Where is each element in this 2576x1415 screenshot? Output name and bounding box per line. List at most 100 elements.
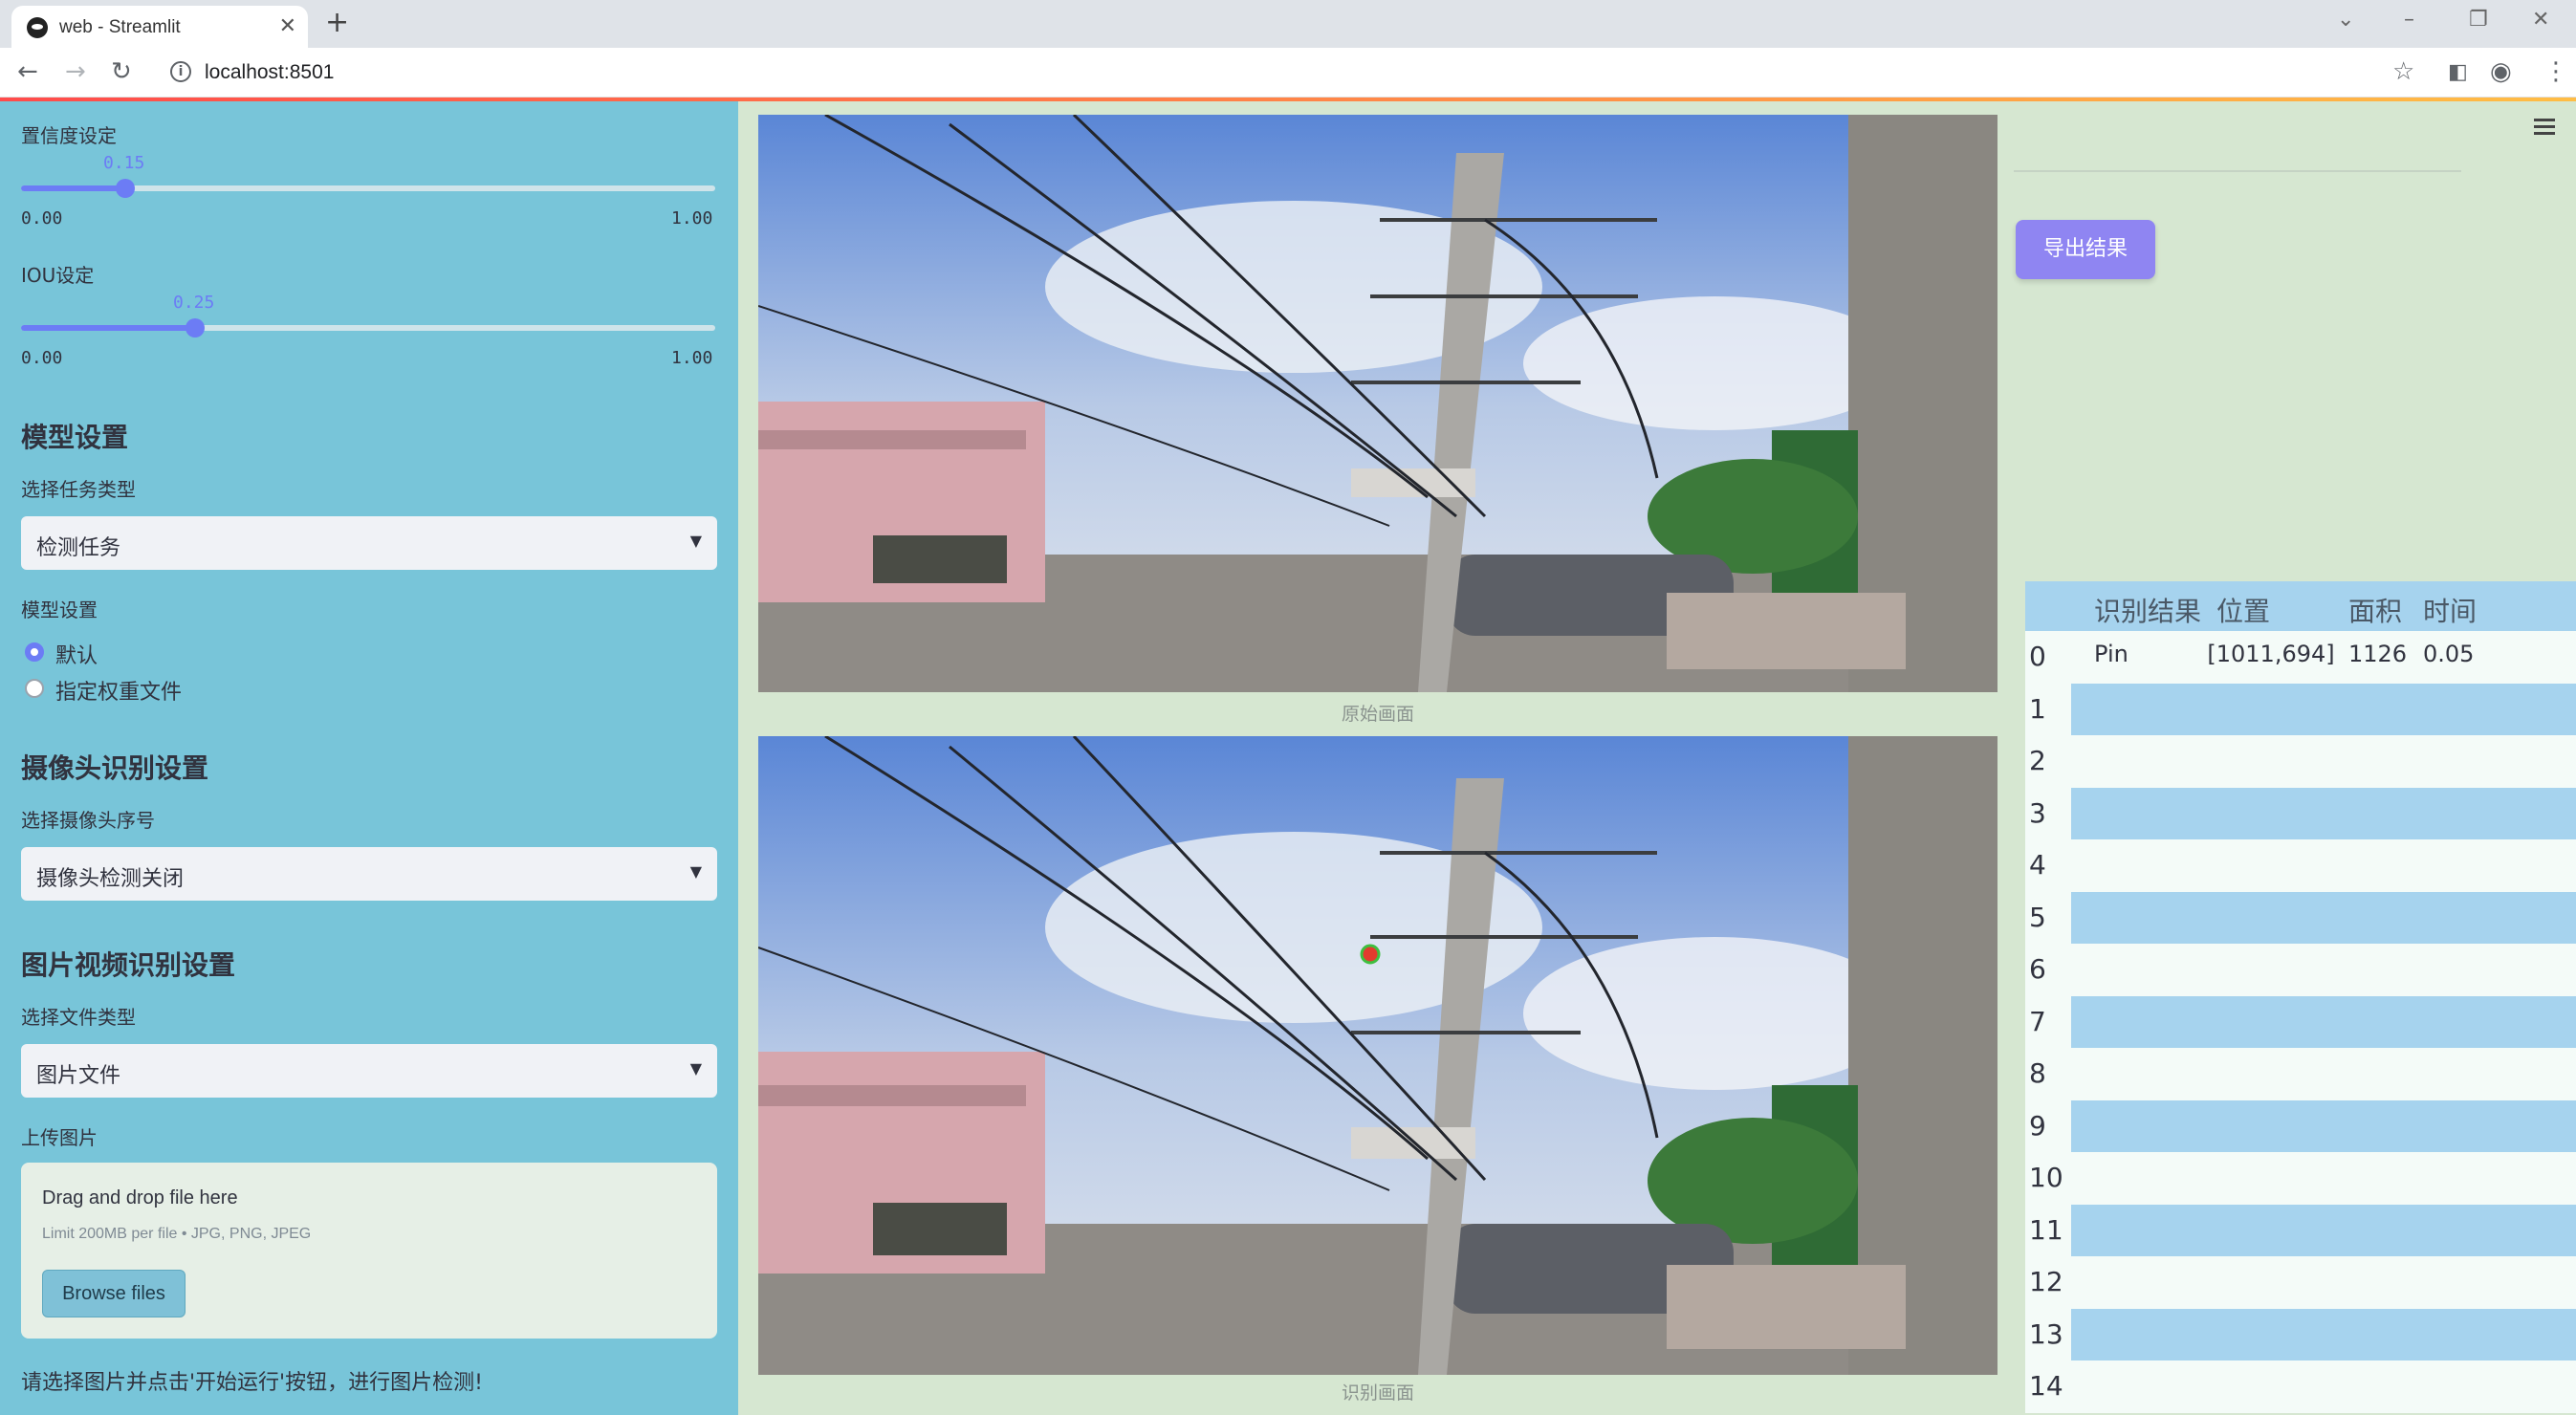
side-panel-icon[interactable]: ◧ [2448, 60, 2468, 84]
table-cell-time[interactable] [2413, 683, 2576, 735]
table-cell-pos[interactable] [2205, 944, 2337, 996]
table-cell-pos[interactable] [2205, 1099, 2337, 1152]
restore-icon[interactable]: ❐ [2469, 8, 2488, 32]
table-row[interactable]: 1 [2025, 683, 2576, 735]
table-cell-area[interactable] [2337, 995, 2413, 1048]
table-cell-pos[interactable] [2205, 1204, 2337, 1256]
table-cell-result[interactable] [2071, 995, 2205, 1048]
main-menu-icon[interactable] [2534, 119, 2555, 136]
header-result[interactable]: 识别结果 [2071, 581, 2205, 634]
table-row[interactable]: 0 Pin [1011,694] 1126 0.05 [2025, 631, 2576, 684]
radio-default[interactable] [25, 642, 44, 662]
table-cell-result[interactable]: Pin [2071, 631, 2205, 684]
table-cell-time[interactable] [2413, 891, 2576, 944]
table-cell-time[interactable] [2413, 1152, 2576, 1205]
radio-custom-weights[interactable] [25, 679, 44, 698]
task-type-select[interactable]: 检测任务 ▼ [21, 516, 717, 570]
confidence-slider-thumb[interactable] [116, 179, 135, 198]
tab-search-icon[interactable]: ⌄ [2337, 8, 2354, 32]
table-row[interactable]: 11 [2025, 1204, 2576, 1256]
table-cell-area[interactable] [2337, 1099, 2413, 1152]
table-row[interactable]: 8 [2025, 1048, 2576, 1100]
table-cell-result[interactable] [2071, 1361, 2205, 1413]
table-row[interactable]: 2 [2025, 735, 2576, 788]
table-cell-pos[interactable] [2205, 1361, 2337, 1413]
table-cell-area[interactable] [2337, 683, 2413, 735]
profile-avatar-icon[interactable]: ◉ [2490, 57, 2512, 86]
table-cell-result[interactable] [2071, 1152, 2205, 1205]
site-info-icon[interactable]: i [170, 61, 191, 82]
table-row[interactable]: 9 [2025, 1099, 2576, 1152]
table-cell-area[interactable] [2337, 944, 2413, 996]
file-type-select[interactable]: 图片文件 ▼ [21, 1044, 717, 1098]
table-cell-area[interactable] [2337, 735, 2413, 788]
table-cell-area[interactable] [2337, 1204, 2413, 1256]
export-results-button[interactable]: 导出结果 [2016, 220, 2155, 279]
table-cell-area[interactable] [2337, 787, 2413, 839]
table-cell-result[interactable] [2071, 839, 2205, 892]
iou-slider[interactable] [21, 318, 715, 337]
close-tab-icon[interactable]: ✕ [279, 14, 296, 38]
table-cell-time[interactable] [2413, 1361, 2576, 1413]
table-row[interactable]: 12 [2025, 1256, 2576, 1309]
table-row[interactable]: 4 [2025, 839, 2576, 892]
table-cell-time[interactable] [2413, 1256, 2576, 1309]
table-cell-result[interactable] [2071, 944, 2205, 996]
table-cell-area[interactable] [2337, 1152, 2413, 1205]
table-cell-result[interactable] [2071, 735, 2205, 788]
table-cell-pos[interactable] [2205, 839, 2337, 892]
confidence-slider[interactable] [21, 179, 715, 198]
table-cell-time[interactable] [2413, 1099, 2576, 1152]
table-cell-time[interactable] [2413, 787, 2576, 839]
table-row[interactable]: 3 [2025, 787, 2576, 839]
table-cell-time[interactable] [2413, 839, 2576, 892]
table-cell-pos[interactable] [2205, 735, 2337, 788]
minimize-icon[interactable]: – [2404, 8, 2414, 32]
table-cell-area[interactable] [2337, 1308, 2413, 1361]
back-icon[interactable]: ← [17, 57, 38, 86]
table-cell-area[interactable] [2337, 1048, 2413, 1100]
radio-custom-weights-label[interactable]: 指定权重文件 [55, 675, 182, 706]
table-cell-pos[interactable] [2205, 995, 2337, 1048]
table-row[interactable]: 14 [2025, 1361, 2576, 1413]
table-cell-area[interactable] [2337, 1361, 2413, 1413]
iou-slider-thumb[interactable] [186, 318, 205, 337]
table-cell-time[interactable] [2413, 735, 2576, 788]
table-cell-time[interactable] [2413, 1204, 2576, 1256]
browser-tab[interactable]: web - Streamlit ✕ [11, 6, 308, 48]
table-cell-result[interactable] [2071, 683, 2205, 735]
table-cell-time[interactable] [2413, 1308, 2576, 1361]
table-cell-result[interactable] [2071, 1308, 2205, 1361]
table-cell-pos[interactable] [2205, 1048, 2337, 1100]
table-cell-area[interactable] [2337, 1256, 2413, 1309]
url-field[interactable]: i localhost:8501 [159, 55, 2377, 90]
new-tab-icon[interactable]: + [325, 6, 349, 39]
header-position[interactable]: 位置 [2205, 581, 2337, 634]
table-row[interactable]: 7 [2025, 995, 2576, 1048]
bookmark-star-icon[interactable]: ☆ [2392, 57, 2414, 86]
header-area[interactable]: 面积 [2337, 581, 2413, 634]
table-cell-time[interactable]: 0.05 [2413, 631, 2576, 684]
table-cell-area[interactable] [2337, 839, 2413, 892]
browse-files-button[interactable]: Browse files [42, 1270, 186, 1317]
table-cell-pos[interactable]: [1011,694] [2205, 631, 2337, 684]
table-row[interactable]: 13 [2025, 1308, 2576, 1361]
table-cell-pos[interactable] [2205, 1308, 2337, 1361]
table-row[interactable]: 6 [2025, 944, 2576, 996]
table-cell-pos[interactable] [2205, 1152, 2337, 1205]
browser-menu-icon[interactable]: ⋮ [2543, 57, 2568, 86]
table-row[interactable]: 5 [2025, 891, 2576, 944]
forward-icon[interactable]: → [65, 57, 86, 86]
reload-icon[interactable]: ↻ [111, 57, 132, 86]
close-window-icon[interactable]: ✕ [2532, 8, 2549, 32]
table-cell-pos[interactable] [2205, 683, 2337, 735]
radio-default-label[interactable]: 默认 [55, 639, 98, 669]
table-cell-result[interactable] [2071, 787, 2205, 839]
table-cell-result[interactable] [2071, 1256, 2205, 1309]
table-cell-result[interactable] [2071, 1048, 2205, 1100]
table-cell-time[interactable] [2413, 1048, 2576, 1100]
table-cell-time[interactable] [2413, 944, 2576, 996]
table-cell-result[interactable] [2071, 891, 2205, 944]
table-cell-result[interactable] [2071, 1099, 2205, 1152]
table-cell-time[interactable] [2413, 995, 2576, 1048]
